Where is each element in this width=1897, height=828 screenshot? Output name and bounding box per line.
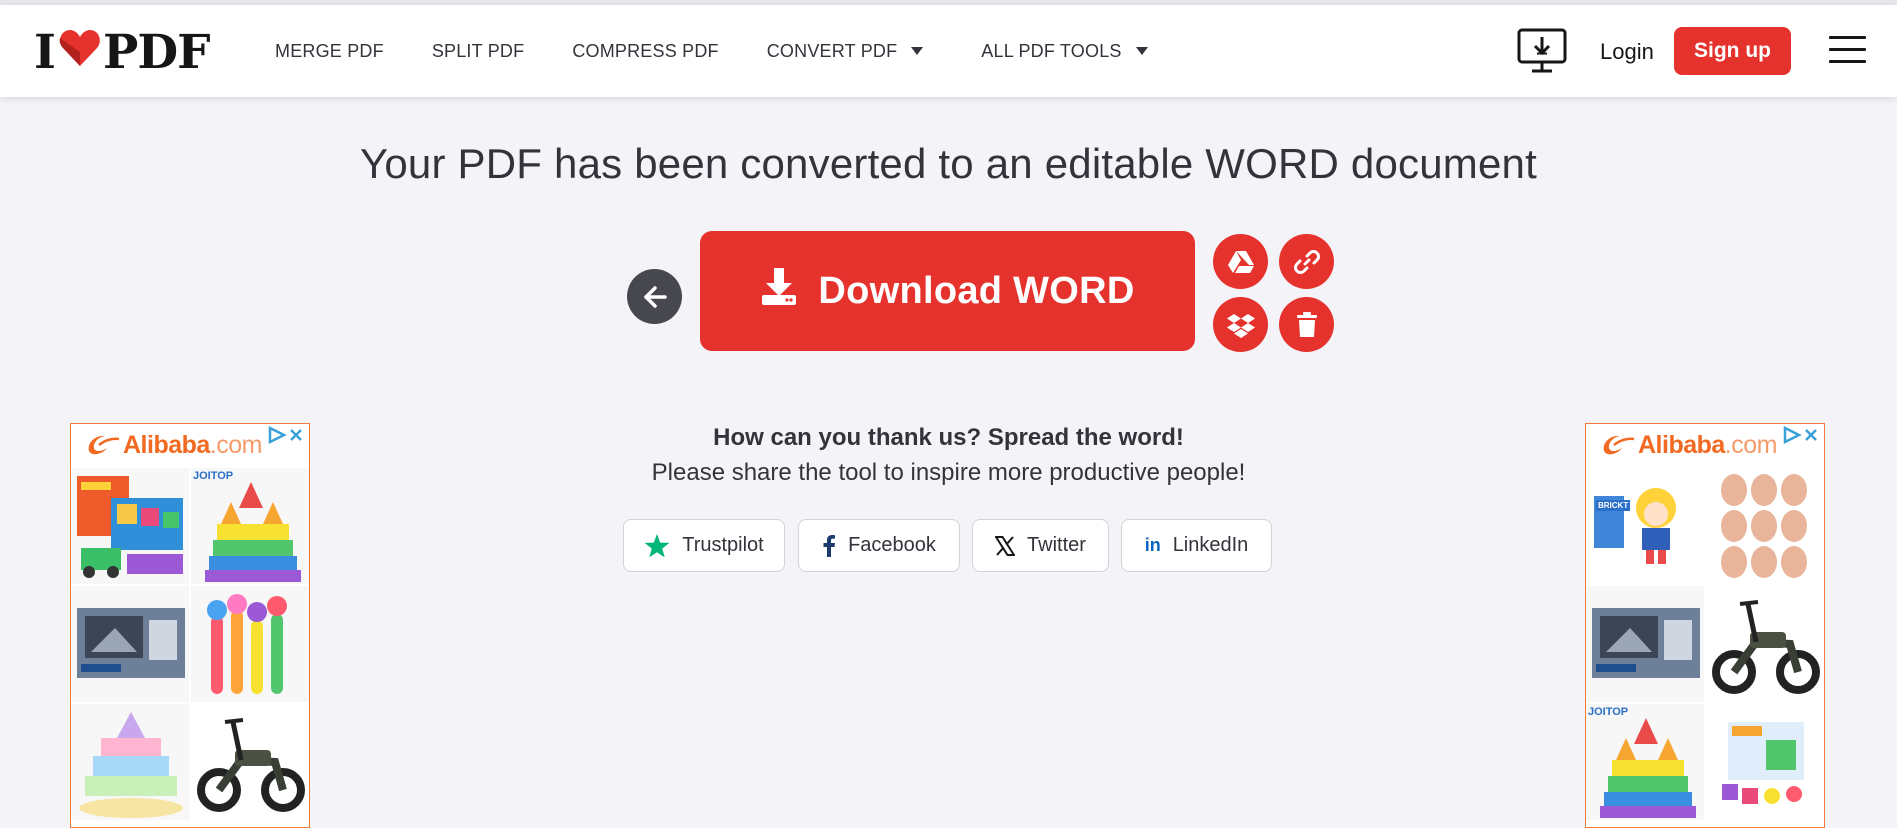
arrow-left-icon <box>643 285 667 308</box>
share-trustpilot-button[interactable]: Trustpilot <box>623 519 785 572</box>
ad-product-magnetic-castle[interactable]: JOITOP <box>191 468 309 584</box>
ad-brand-name: Alibaba <box>1638 430 1725 459</box>
ad-product-pastel-tiles[interactable] <box>71 704 189 820</box>
google-drive-icon <box>1227 250 1254 273</box>
ad-header: Alibaba.com <box>1586 424 1824 466</box>
ad-product-magnetic-castle[interactable]: JOITOP <box>1586 704 1704 820</box>
ad-brand: Alibaba.com <box>1638 431 1777 460</box>
share-linkedin-label: LinkedIn <box>1172 534 1249 556</box>
ad-product-grid: JOITOP <box>71 466 309 820</box>
ad-product-bubble-wands[interactable] <box>191 586 309 702</box>
adchoices-icon[interactable] <box>1782 426 1802 444</box>
share-twitter-label: Twitter <box>1027 534 1086 556</box>
ad-product-grid: BRICKT JOITOP <box>1586 466 1824 820</box>
logo-text-pdf: PDF <box>103 24 210 80</box>
login-link[interactable]: Login <box>1600 39 1654 65</box>
share-facebook-button[interactable]: Facebook <box>798 519 960 572</box>
nav-split-pdf[interactable]: SPLIT PDF <box>432 41 525 62</box>
close-ad-icon[interactable] <box>287 426 305 444</box>
close-ad-icon[interactable] <box>1802 426 1820 444</box>
share-twitter-button[interactable]: Twitter <box>972 519 1109 572</box>
nav-all-pdf-tools[interactable]: ALL PDF TOOLS <box>981 40 1148 62</box>
ad-product-toy-kit-box[interactable] <box>1706 704 1824 820</box>
ad-controls <box>1782 426 1820 444</box>
top-navigation-bar: I PDF MERGE PDF SPLIT PDF COMPRESS PDF C… <box>0 5 1897 97</box>
download-word-button[interactable]: Download WORD <box>700 231 1195 351</box>
ad-product-ear-models[interactable] <box>1706 468 1824 584</box>
nav-split-pdf-label: SPLIT PDF <box>431 40 525 61</box>
download-word-label: Download WORD <box>818 269 1135 312</box>
logo-letter-i: I <box>34 24 56 80</box>
back-button[interactable] <box>627 269 682 324</box>
facebook-icon <box>822 534 836 557</box>
share-linkedin-button[interactable]: in LinkedIn <box>1121 519 1272 572</box>
right-advertisement[interactable]: Alibaba.com BRICKT JOITOP <box>1585 423 1825 828</box>
link-icon <box>1293 249 1320 274</box>
caret-down-icon <box>1135 47 1148 55</box>
alibaba-logo-icon <box>88 435 120 455</box>
ad-brickt-label: BRICKT <box>1596 500 1631 511</box>
nav-compress-pdf[interactable]: COMPRESS PDF <box>572 41 718 62</box>
linkedin-icon: in <box>1144 535 1161 555</box>
hamburger-menu-icon[interactable] <box>1829 36 1866 66</box>
heart-icon <box>59 25 101 80</box>
ad-header: Alibaba.com <box>71 424 309 466</box>
ad-brand-name: Alibaba <box>123 430 210 459</box>
x-twitter-icon <box>995 535 1016 556</box>
main-nav: MERGE PDF SPLIT PDF COMPRESS PDF CONVERT… <box>275 5 1196 97</box>
left-advertisement[interactable]: Alibaba.com JOITOP <box>70 423 310 828</box>
ad-product-electric-scooter[interactable] <box>1706 586 1824 702</box>
nav-convert-pdf[interactable]: CONVERT PDF <box>767 41 924 62</box>
delete-file-button[interactable] <box>1279 297 1334 352</box>
share-trustpilot-label: Trustpilot <box>682 534 764 556</box>
share-facebook-label: Facebook <box>848 534 936 556</box>
ad-joitop-label: JOITOP <box>193 470 234 482</box>
trash-icon <box>1296 311 1317 337</box>
ad-product-magnetic-tiles-box[interactable] <box>71 468 189 584</box>
ad-product-building-set[interactable] <box>1586 586 1704 702</box>
download-icon <box>760 266 798 316</box>
desktop-download-icon[interactable] <box>1517 28 1567 74</box>
nav-merge-pdf-label: MERGE PDF <box>275 40 384 61</box>
share-link-button[interactable] <box>1279 234 1334 289</box>
caret-down-icon <box>911 47 924 55</box>
ad-joitop-label: JOITOP <box>1588 706 1629 718</box>
ad-product-building-set[interactable] <box>71 586 189 702</box>
save-to-google-drive-button[interactable] <box>1213 234 1268 289</box>
ad-controls <box>267 426 305 444</box>
signup-button[interactable]: Sign up <box>1674 27 1791 75</box>
save-to-dropbox-button[interactable] <box>1213 297 1268 352</box>
ad-product-electric-scooter[interactable] <box>191 704 309 820</box>
nav-merge-pdf[interactable]: MERGE PDF <box>275 41 384 62</box>
adchoices-icon[interactable] <box>267 426 287 444</box>
ad-brand: Alibaba.com <box>123 431 262 460</box>
trustpilot-star-icon <box>644 533 670 558</box>
ad-brand-suffix: .com <box>1724 430 1778 459</box>
ilovepdf-logo[interactable]: I PDF <box>34 24 210 80</box>
nav-compress-pdf-label: COMPRESS PDF <box>572 40 719 61</box>
nav-all-pdf-tools-label: ALL PDF TOOLS <box>981 40 1122 61</box>
alibaba-logo-icon <box>1603 435 1635 455</box>
ad-product-anime-figure[interactable]: BRICKT <box>1586 468 1704 584</box>
page-title: Your PDF has been converted to an editab… <box>360 140 1537 187</box>
dropbox-icon <box>1226 313 1255 338</box>
nav-convert-pdf-label: CONVERT PDF <box>766 40 898 61</box>
ad-brand-suffix: .com <box>209 430 263 459</box>
